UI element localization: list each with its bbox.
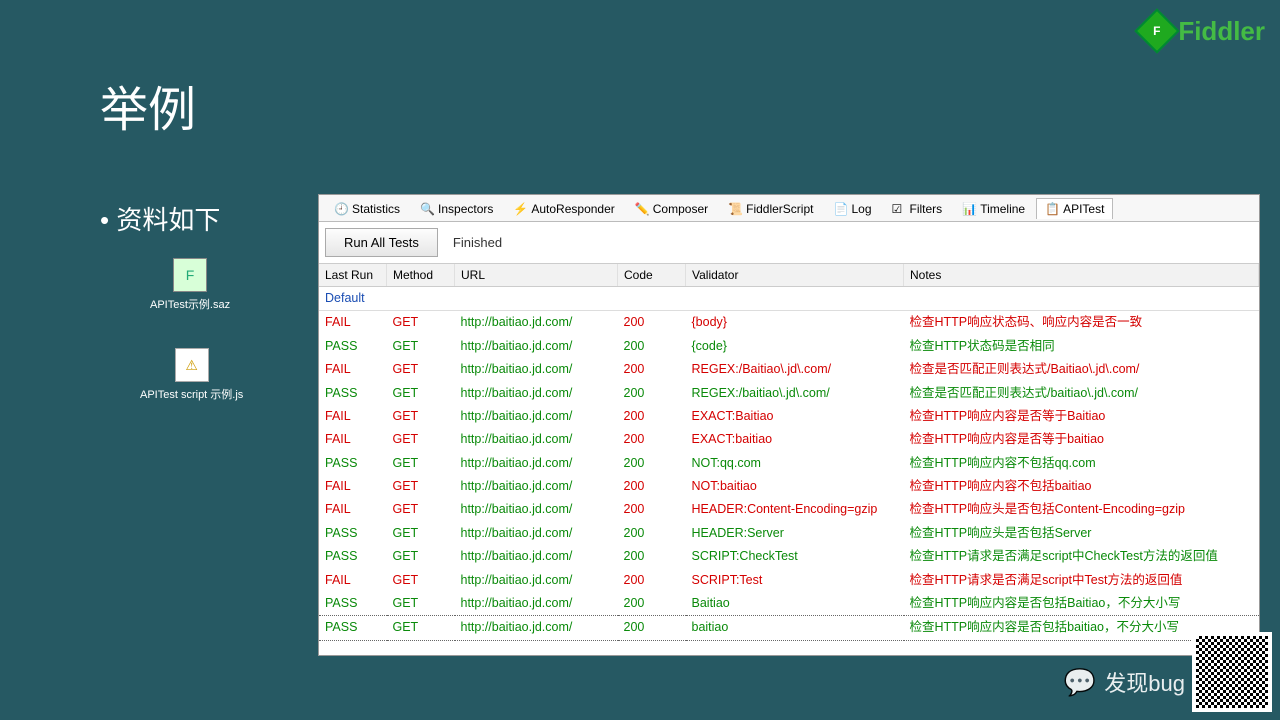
tab-statistics[interactable]: 🕘 Statistics bbox=[325, 198, 409, 219]
composer-icon: ✏️ bbox=[635, 202, 649, 216]
file-js[interactable]: ⚠ APITest script 示例.js bbox=[140, 348, 243, 402]
col-method[interactable]: Method bbox=[387, 264, 455, 287]
fiddler-diamond-icon: F bbox=[1135, 8, 1180, 53]
tab-apitest[interactable]: 📋 APITest bbox=[1036, 198, 1113, 219]
table-row[interactable]: PASSGEThttp://baitiao.jd.com/200REGEX:/b… bbox=[319, 382, 1259, 405]
col-validator[interactable]: Validator bbox=[686, 264, 904, 287]
table-row[interactable]: FAILGEThttp://baitiao.jd.com/200EXACT:Ba… bbox=[319, 405, 1259, 428]
fiddler-brand-text: Fiddler bbox=[1178, 16, 1265, 47]
tab-log[interactable]: 📄 Log bbox=[824, 198, 880, 219]
tab-label: Statistics bbox=[352, 202, 400, 216]
table-row[interactable]: FAILGEThttp://baitiao.jd.com/200EXACT:ba… bbox=[319, 428, 1259, 451]
col-notes[interactable]: Notes bbox=[904, 264, 1259, 287]
tab-label: Inspectors bbox=[438, 202, 493, 216]
table-row[interactable]: PASSGEThttp://baitiao.jd.com/200baitiao检… bbox=[319, 616, 1259, 640]
wechat-icon: 💬 bbox=[1064, 667, 1096, 698]
slide-title: 举例 bbox=[100, 70, 196, 140]
tab-bar: 🕘 Statistics 🔍 Inspectors ⚡ AutoResponder ✏️ Co… bbox=[319, 195, 1259, 222]
table-row[interactable]: PASSGEThttp://baitiao.jd.com/200NOT:qq.c… bbox=[319, 452, 1259, 475]
timeline-icon: 📊 bbox=[962, 202, 976, 216]
tab-label: AutoResponder bbox=[531, 202, 614, 216]
file-saz[interactable]: F APITest示例.saz bbox=[150, 258, 230, 312]
log-icon: 📄 bbox=[833, 202, 847, 216]
tab-timeline[interactable]: 📊 Timeline bbox=[953, 198, 1034, 219]
apitest-toolbar: Run All Tests Finished bbox=[319, 222, 1259, 264]
file-saz-label: APITest示例.saz bbox=[150, 296, 230, 312]
fiddler-panel: 🕘 Statistics 🔍 Inspectors ⚡ AutoResponder ✏️ Co… bbox=[318, 194, 1260, 656]
filters-icon: ☑ bbox=[892, 202, 906, 216]
tab-label: Log bbox=[851, 202, 871, 216]
tab-label: FiddlerScript bbox=[746, 202, 813, 216]
col-code[interactable]: Code bbox=[618, 264, 686, 287]
tab-composer[interactable]: ✏️ Composer bbox=[626, 198, 717, 219]
tab-label: Timeline bbox=[980, 202, 1025, 216]
tab-fiddlerscript[interactable]: 📜 FiddlerScript bbox=[719, 198, 822, 219]
table-row[interactable]: PASSGEThttp://baitiao.jd.com/200Baitiao检… bbox=[319, 592, 1259, 616]
tab-autoresponder[interactable]: ⚡ AutoResponder bbox=[504, 198, 623, 219]
file-js-icon: ⚠ bbox=[175, 348, 209, 382]
autoresponder-icon: ⚡ bbox=[513, 202, 527, 216]
tab-inspectors[interactable]: 🔍 Inspectors bbox=[411, 198, 502, 219]
tab-label: APITest bbox=[1063, 202, 1104, 216]
qr-code bbox=[1192, 632, 1272, 712]
col-url[interactable]: URL bbox=[455, 264, 618, 287]
table-row[interactable]: PASSGEThttp://baitiao.jd.com/200HEADER:S… bbox=[319, 522, 1259, 545]
file-saz-icon: F bbox=[173, 258, 207, 292]
run-all-tests-button[interactable]: Run All Tests bbox=[325, 228, 438, 257]
fiddler-logo: F Fiddler bbox=[1141, 15, 1265, 47]
table-row[interactable]: FAILGEThttp://baitiao.jd.com/200SCRIPT:T… bbox=[319, 569, 1259, 592]
tab-label: Composer bbox=[653, 202, 708, 216]
apitest-icon: 📋 bbox=[1045, 202, 1059, 216]
table-row[interactable]: PASSGEThttp://baitiao.jd.com/200{code}检查… bbox=[319, 335, 1259, 358]
results-table[interactable]: Last Run Method URL Code Validator Notes… bbox=[319, 264, 1259, 641]
tab-filters[interactable]: ☑ Filters bbox=[883, 198, 952, 219]
group-default[interactable]: Default bbox=[319, 287, 1259, 311]
fiddlerscript-icon: 📜 bbox=[728, 202, 742, 216]
table-row[interactable]: FAILGEThttp://baitiao.jd.com/200REGEX:/B… bbox=[319, 358, 1259, 381]
table-row[interactable]: FAILGEThttp://baitiao.jd.com/200NOT:bait… bbox=[319, 475, 1259, 498]
col-last-run[interactable]: Last Run bbox=[319, 264, 387, 287]
table-row[interactable]: FAILGEThttp://baitiao.jd.com/200{body}检查… bbox=[319, 311, 1259, 335]
inspectors-icon: 🔍 bbox=[420, 202, 434, 216]
file-js-label: APITest script 示例.js bbox=[140, 386, 243, 402]
status-text: Finished bbox=[453, 235, 502, 250]
tab-label: Filters bbox=[910, 202, 943, 216]
statistics-icon: 🕘 bbox=[334, 202, 348, 216]
table-row[interactable]: PASSGEThttp://baitiao.jd.com/200SCRIPT:C… bbox=[319, 545, 1259, 568]
watermark-text: 发现bug bbox=[1104, 666, 1185, 698]
bullet-text: 资料如下 bbox=[100, 200, 220, 237]
watermark: 💬 发现bug bbox=[1064, 666, 1185, 698]
table-row[interactable]: FAILGEThttp://baitiao.jd.com/200HEADER:C… bbox=[319, 498, 1259, 521]
